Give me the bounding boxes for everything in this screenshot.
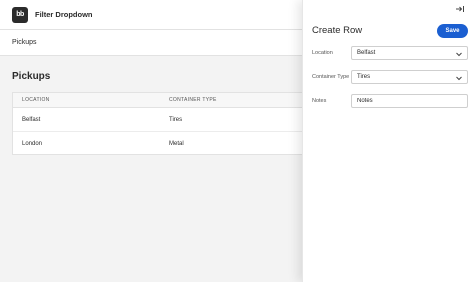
pickups-table: LOCATION CONTAINER TYPE Belfast Tires Lo… [12, 92, 312, 155]
chevron-down-icon [456, 76, 462, 81]
app-title: Filter Dropdown [35, 10, 93, 19]
notes-input[interactable] [351, 94, 468, 108]
table-row[interactable]: Belfast Tires [13, 108, 311, 132]
close-panel-icon[interactable] [455, 4, 465, 14]
app-logo: bb [12, 6, 28, 23]
cell-location: London [22, 141, 43, 147]
table-header: LOCATION CONTAINER TYPE [13, 93, 311, 108]
table-row[interactable]: London Metal [13, 132, 311, 156]
cell-container-type: Metal [169, 141, 184, 147]
container-type-select[interactable]: Tires [351, 70, 468, 84]
container-type-label: Container Type [312, 74, 350, 80]
location-select-value: Belfast [357, 50, 376, 56]
create-row-panel: Create Row Save Location Belfast Contain… [302, 0, 474, 282]
notes-label: Notes [312, 98, 327, 104]
container-type-select-value: Tires [357, 74, 371, 80]
column-header-location[interactable]: LOCATION [22, 97, 50, 103]
location-select[interactable]: Belfast [351, 46, 468, 60]
save-button[interactable]: Save [437, 24, 468, 38]
panel-title: Create Row [312, 25, 363, 36]
cell-location: Belfast [22, 116, 41, 123]
cell-container-type: Tires [169, 116, 183, 123]
chevron-down-icon [456, 52, 462, 57]
page-title: Pickups [12, 71, 51, 82]
nav-link-pickups[interactable]: Pickups [12, 39, 37, 46]
location-label: Location [312, 50, 333, 56]
column-header-container-type[interactable]: CONTAINER TYPE [169, 97, 217, 103]
